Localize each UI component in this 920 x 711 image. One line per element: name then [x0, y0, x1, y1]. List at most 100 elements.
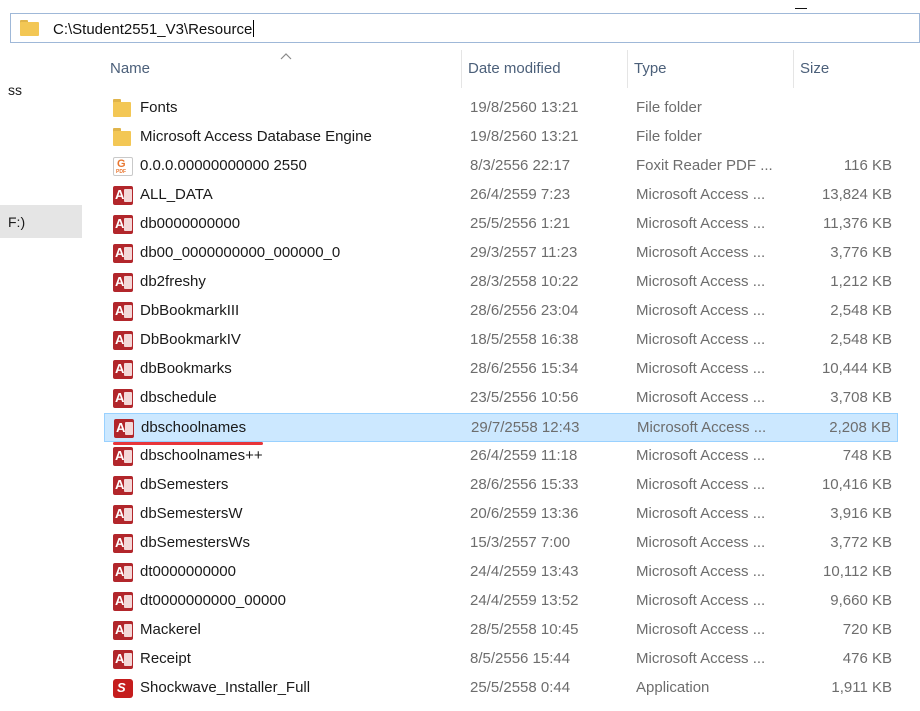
- file-row[interactable]: S Shockwave_Installer_Full 25/5/2558 0:44 A…: [104, 674, 898, 703]
- file-name: dt0000000000_00000: [140, 592, 286, 609]
- file-type: Microsoft Access ...: [636, 215, 766, 232]
- access-icon: A: [113, 360, 133, 379]
- file-type: Microsoft Access ...: [636, 650, 766, 667]
- file-type: Microsoft Access ...: [636, 244, 766, 261]
- column-type-label: Type: [634, 60, 667, 77]
- address-bar[interactable]: C:\Student2551_V3\Resource: [10, 13, 920, 43]
- file-type: Microsoft Access ...: [636, 360, 766, 377]
- file-name: dbBookmarks: [140, 360, 232, 377]
- file-name: dbschoolnames: [141, 419, 247, 436]
- file-size: 748 KB: [842, 447, 892, 464]
- file-type: Microsoft Access ...: [636, 186, 766, 203]
- file-row[interactable]: AdbSemestersW 20/6/2559 13:36 Microsoft Ac…: [104, 500, 898, 529]
- file-size: 3,708 KB: [830, 389, 892, 406]
- file-type: Microsoft Access ...: [636, 534, 766, 551]
- access-icon: A: [113, 331, 133, 350]
- file-list: Fonts 19/8/2560 13:21 File folder Microsoft…: [104, 94, 900, 703]
- file-name: dt0000000000: [140, 563, 236, 580]
- file-date-modified: 28/3/2558 10:22: [470, 273, 579, 290]
- text-caret: [253, 20, 255, 37]
- file-type: Foxit Reader PDF ...: [636, 157, 773, 174]
- file-row[interactable]: A DbBookmarkIV 18/5/2558 16:38 Microsoft Ac…: [104, 326, 898, 355]
- access-icon: A: [113, 505, 133, 524]
- file-type: Microsoft Access ...: [637, 419, 767, 436]
- file-date-modified: 23/5/2556 10:56: [470, 389, 579, 406]
- file-row[interactable]: Adbschoolnames 29/7/2558 12:43 Microsoft A…: [104, 413, 898, 445]
- access-icon: A: [113, 447, 133, 466]
- folder-icon: [20, 20, 39, 36]
- file-name: dbSemestersW: [140, 505, 243, 522]
- file-row[interactable]: A Mackerel 28/5/2558 10:45 Microsoft Access…: [104, 616, 898, 645]
- access-icon: A: [114, 419, 134, 438]
- file-type: Microsoft Access ...: [636, 476, 766, 493]
- file-date-modified: 29/3/2557 11:23: [470, 244, 578, 261]
- file-row[interactable]: Adbschoolnames++ 26/4/2559 11:18 Microsoft…: [104, 442, 898, 471]
- file-row[interactable]: Adt0000000000_00000 24/4/2559 13:52 Micros…: [104, 587, 898, 616]
- column-size-label: Size: [800, 60, 830, 77]
- file-type: Microsoft Access ...: [636, 302, 766, 319]
- file-date-modified: 24/4/2559 13:52: [470, 592, 579, 609]
- file-size: 11,376 KB: [823, 215, 892, 232]
- file-row[interactable]: Adb0000000000 25/5/2556 1:21 Microsoft Acc…: [104, 210, 898, 239]
- file-size: 1,212 KB: [830, 273, 892, 290]
- file-name: Fonts: [140, 99, 178, 116]
- file-date-modified: 26/4/2559 7:23: [470, 186, 571, 203]
- file-row[interactable]: Microsoft Access Database Engine 19/8/256…: [104, 123, 898, 152]
- file-row[interactable]: AdbSemestersWs 15/3/2557 7:00 Microsoft Ac…: [104, 529, 898, 558]
- file-size: 2,548 KB: [830, 302, 892, 319]
- file-date-modified: 28/6/2556 23:04: [470, 302, 579, 319]
- file-row[interactable]: Fonts 19/8/2560 13:21 File folder: [104, 94, 898, 123]
- file-type: Microsoft Access ...: [636, 273, 766, 290]
- file-row[interactable]: A Receipt 8/5/2556 15:44 Microsoft Access .…: [104, 645, 898, 674]
- file-name: dbschedule: [140, 389, 217, 406]
- file-size: 720 KB: [842, 621, 892, 638]
- access-icon: A: [113, 244, 133, 263]
- pdf-icon: G PDF: [113, 157, 133, 176]
- file-date-modified: 8/5/2556 15:44: [470, 650, 571, 667]
- folder-icon: [113, 128, 133, 147]
- file-size: 3,772 KB: [830, 534, 892, 551]
- file-row[interactable]: Adbschedule 23/5/2556 10:56 Microsoft Acce…: [104, 384, 898, 413]
- file-type: Microsoft Access ...: [636, 621, 766, 638]
- column-size[interactable]: Size: [794, 50, 904, 88]
- access-icon: A: [113, 273, 133, 292]
- file-size: 10,416 KB: [821, 476, 892, 493]
- column-date-modified[interactable]: Date modified: [462, 50, 628, 88]
- file-type: Microsoft Access ...: [636, 563, 766, 580]
- file-name: Receipt: [140, 650, 191, 667]
- file-row[interactable]: Adt0000000000 24/4/2559 13:43 Microsoft Ac…: [104, 558, 898, 587]
- file-date-modified: 24/4/2559 13:43: [470, 563, 579, 580]
- file-date-modified: 28/6/2556 15:33: [470, 476, 579, 493]
- file-type: Microsoft Access ...: [636, 447, 766, 464]
- column-date-label: Date modified: [468, 60, 561, 77]
- file-type: Microsoft Access ...: [636, 592, 766, 609]
- file-name: ALL_DATA: [140, 186, 213, 203]
- file-date-modified: 28/5/2558 10:45: [470, 621, 579, 638]
- file-size: 3,916 KB: [830, 505, 892, 522]
- file-row[interactable]: G PDF 0.0.0.00000000000 2550 8/3/2556 22:17…: [104, 152, 898, 181]
- file-type: Microsoft Access ...: [636, 331, 766, 348]
- file-name: Shockwave_Installer_Full: [140, 679, 311, 696]
- file-row[interactable]: Adb2freshy 28/3/2558 10:22 Microsoft Acces…: [104, 268, 898, 297]
- file-row[interactable]: Adb00_0000000000_000000_0 29/3/2557 11:23…: [104, 239, 898, 268]
- file-row[interactable]: A DbBookmarkIII 28/6/2556 23:04 Microsoft A…: [104, 297, 898, 326]
- access-icon: A: [113, 563, 133, 582]
- sort-ascending-icon: [280, 53, 292, 60]
- file-row[interactable]: AdbBookmarks 28/6/2556 15:34 Microsoft Acc…: [104, 355, 898, 384]
- file-type: Microsoft Access ...: [636, 505, 766, 522]
- column-type[interactable]: Type: [628, 50, 794, 88]
- app-icon: S: [113, 679, 133, 698]
- nav-item-partial[interactable]: ss: [8, 82, 22, 98]
- file-date-modified: 26/4/2559 11:18: [470, 447, 578, 464]
- minimize-icon[interactable]: [795, 8, 807, 9]
- file-type: File folder: [636, 128, 702, 145]
- file-row[interactable]: A ALL_DATA 26/4/2559 7:23 Microsoft Access …: [104, 181, 898, 210]
- file-size: 1,911 KB: [831, 679, 892, 696]
- file-size: 2,208 KB: [829, 419, 891, 436]
- nav-item-drive-partial[interactable]: F:): [8, 214, 25, 230]
- file-name: Microsoft Access Database Engine: [140, 128, 372, 145]
- file-type: File folder: [636, 99, 702, 116]
- column-name[interactable]: Name: [104, 50, 462, 88]
- address-path-text[interactable]: C:\Student2551_V3\Resource: [53, 20, 255, 38]
- file-row[interactable]: AdbSemesters 28/6/2556 15:33 Microsoft Acc…: [104, 471, 898, 500]
